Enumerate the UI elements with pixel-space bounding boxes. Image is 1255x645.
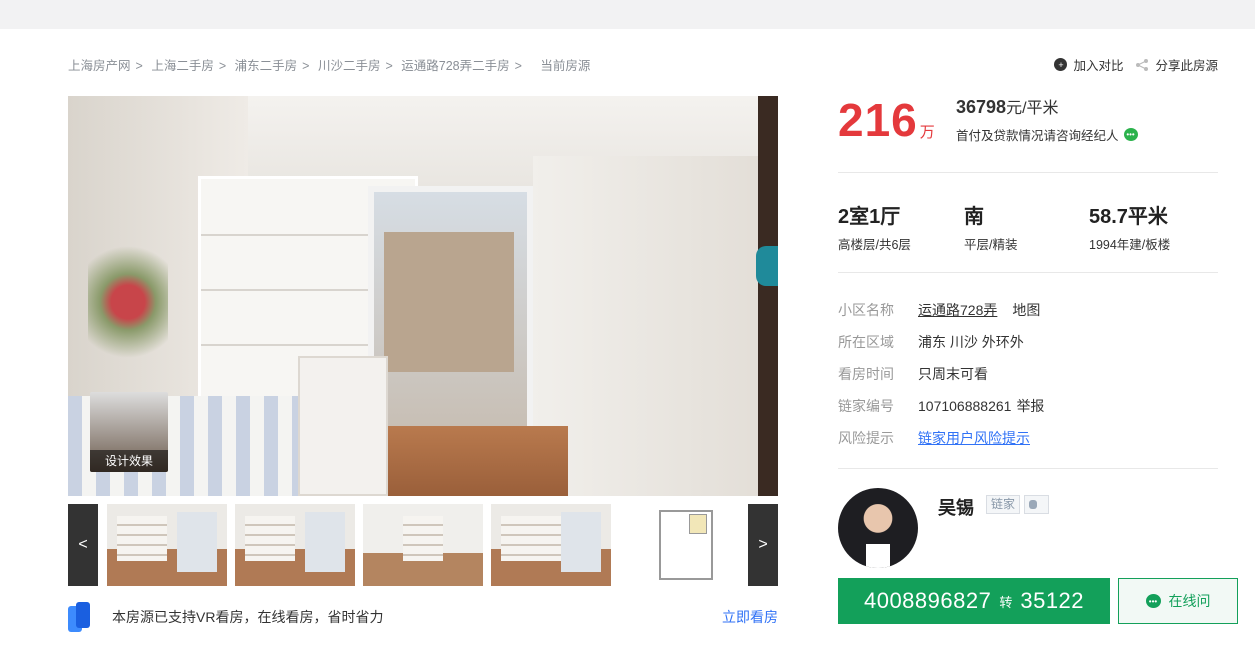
phone-extension: 35122 bbox=[1020, 588, 1085, 613]
breadcrumb-item[interactable]: 上海二手房 bbox=[151, 59, 214, 73]
spec-orientation-sub: 平层/精装 bbox=[964, 238, 1018, 252]
breadcrumb-item[interactable]: 川沙二手房 bbox=[318, 59, 381, 73]
spec-layout: 2室1厅 高楼层/共6层 bbox=[838, 200, 911, 253]
info-row-id: 链家编号 107106888261 举报 bbox=[838, 390, 1044, 422]
thumbnail-prev-button[interactable]: < bbox=[68, 504, 98, 586]
breadcrumb-separator: > bbox=[135, 59, 143, 73]
vr-message: 本房源已支持VR看房，在线看房，省时省力 bbox=[112, 609, 384, 625]
community-link[interactable]: 运通路728弄 bbox=[918, 300, 997, 320]
breadcrumb-separator: > bbox=[514, 59, 522, 73]
viewing-value: 只周末可看 bbox=[918, 366, 988, 382]
main-photo[interactable] bbox=[68, 96, 778, 496]
spec-area-main: 58.7平米 bbox=[1089, 206, 1168, 228]
breadcrumb-separator: > bbox=[385, 59, 393, 73]
thumbnail-3[interactable] bbox=[363, 504, 483, 586]
listing-id-value: 107106888261 bbox=[918, 398, 1012, 414]
info-label: 风险提示 bbox=[838, 430, 894, 446]
unit-price-value: 36798 bbox=[956, 97, 1007, 117]
breadcrumb-current: 当前房源 bbox=[540, 59, 591, 73]
breadcrumb-separator: > bbox=[218, 59, 227, 73]
breadcrumb-item[interactable]: 浦东二手房 bbox=[235, 59, 298, 73]
spec-orientation: 南 平层/精装 bbox=[964, 200, 1017, 253]
top-bar bbox=[0, 0, 1255, 29]
spec-area-sub: 1994年建/板楼 bbox=[1089, 238, 1171, 252]
photo-vr-handle bbox=[756, 246, 778, 286]
total-price-value: 216 bbox=[838, 94, 918, 146]
listing-info: 小区名称 运通路728弄 地图 所在区域 浦东 川沙 外环外 看房时间 只周末可… bbox=[838, 294, 1044, 454]
spec-layout-main: 2室1厅 bbox=[838, 206, 901, 228]
listing-tools: + 加入对比 分享此房源 bbox=[1054, 55, 1218, 74]
info-label: 看房时间 bbox=[838, 366, 894, 382]
photo-right-wall bbox=[533, 156, 778, 496]
info-label: 小区名称 bbox=[838, 302, 894, 318]
unit-price-suffix: 元/平米 bbox=[1006, 100, 1059, 117]
thumbnail-floorplan[interactable] bbox=[619, 504, 739, 586]
photo-chair bbox=[298, 356, 388, 496]
breadcrumb-separator: > bbox=[302, 59, 310, 73]
compare-button[interactable]: + 加入对比 bbox=[1054, 55, 1123, 74]
breadcrumb-item[interactable]: 运通路728弄二手房 bbox=[401, 59, 509, 73]
vr-view-link[interactable]: 立即看房 bbox=[722, 607, 778, 627]
info-row-viewing: 看房时间 只周末可看 bbox=[838, 358, 1044, 390]
vr-banner: 本房源已支持VR看房，在线看房，省时省力 立即看房 bbox=[68, 600, 778, 634]
agent-name[interactable]: 吴锡 bbox=[938, 494, 974, 520]
phone-button[interactable]: 4008896827 转 35122 bbox=[838, 578, 1110, 624]
thumbnail-1[interactable] bbox=[107, 504, 227, 586]
info-row-risk: 风险提示 链家用户风险提示 bbox=[838, 422, 1044, 454]
map-link[interactable]: 地图 bbox=[1012, 300, 1040, 320]
agent-avatar[interactable] bbox=[838, 488, 918, 568]
info-label: 链家编号 bbox=[838, 398, 894, 414]
thumbnail-4[interactable] bbox=[491, 504, 611, 586]
chat-bubble-icon: ••• bbox=[1145, 594, 1161, 608]
share-label: 分享此房源 bbox=[1155, 59, 1218, 73]
phone-ext-label: 转 bbox=[999, 594, 1013, 610]
share-button[interactable]: 分享此房源 bbox=[1135, 55, 1218, 74]
info-row-area: 所在区域 浦东 川沙 外环外 bbox=[838, 326, 1044, 358]
thumbnail-strip: < > bbox=[68, 504, 778, 586]
design-effect-label: 设计效果 bbox=[90, 450, 168, 472]
unit-price: 36798元/平米 bbox=[956, 94, 1059, 118]
phone-number: 4008896827 bbox=[863, 588, 992, 613]
loan-note[interactable]: 首付及贷款情况请咨询经纪人 ••• bbox=[956, 125, 1138, 144]
info-label: 所在区域 bbox=[838, 334, 894, 350]
spec-layout-sub: 高楼层/共6层 bbox=[838, 238, 911, 252]
spec-orientation-main: 南 bbox=[964, 206, 984, 228]
risk-link[interactable]: 链家用户风险提示 bbox=[918, 428, 1030, 448]
photo-plant bbox=[88, 246, 168, 386]
thumbnail-next-button[interactable]: > bbox=[748, 504, 778, 586]
design-effect-thumb[interactable]: 设计效果 bbox=[90, 392, 168, 472]
spec-area: 58.7平米 1994年建/板楼 bbox=[1089, 200, 1170, 253]
total-price: 216 万 bbox=[838, 92, 935, 148]
divider bbox=[838, 272, 1218, 273]
breadcrumb-item[interactable]: 上海房产网 bbox=[68, 59, 131, 73]
online-chat-label: 在线问 bbox=[1168, 593, 1211, 609]
info-row-community: 小区名称 运通路728弄 地图 bbox=[838, 294, 1044, 326]
compare-label: 加入对比 bbox=[1073, 59, 1124, 73]
agent-card-icon[interactable] bbox=[1024, 495, 1049, 514]
online-chat-button[interactable]: ••• 在线问 bbox=[1118, 578, 1238, 624]
thumbnail-2[interactable] bbox=[235, 504, 355, 586]
breadcrumb: 上海房产网 > 上海二手房 > 浦东二手房 > 川沙二手房 > 运通路728弄二手房 > … bbox=[68, 55, 590, 74]
vr-logo-icon bbox=[68, 602, 90, 632]
agent-brand-badge: 链家 bbox=[986, 495, 1021, 514]
report-link[interactable]: 举报 bbox=[1016, 396, 1044, 416]
loan-note-text: 首付及贷款情况请咨询经纪人 bbox=[956, 129, 1119, 143]
photo-door-frame bbox=[758, 96, 778, 496]
compare-icon: + bbox=[1054, 58, 1068, 71]
area-value: 浦东 川沙 外环外 bbox=[918, 334, 1024, 350]
divider bbox=[838, 468, 1218, 469]
share-icon bbox=[1136, 58, 1149, 71]
chat-icon: ••• bbox=[1123, 128, 1138, 141]
total-price-unit: 万 bbox=[919, 124, 935, 141]
divider bbox=[838, 172, 1218, 173]
